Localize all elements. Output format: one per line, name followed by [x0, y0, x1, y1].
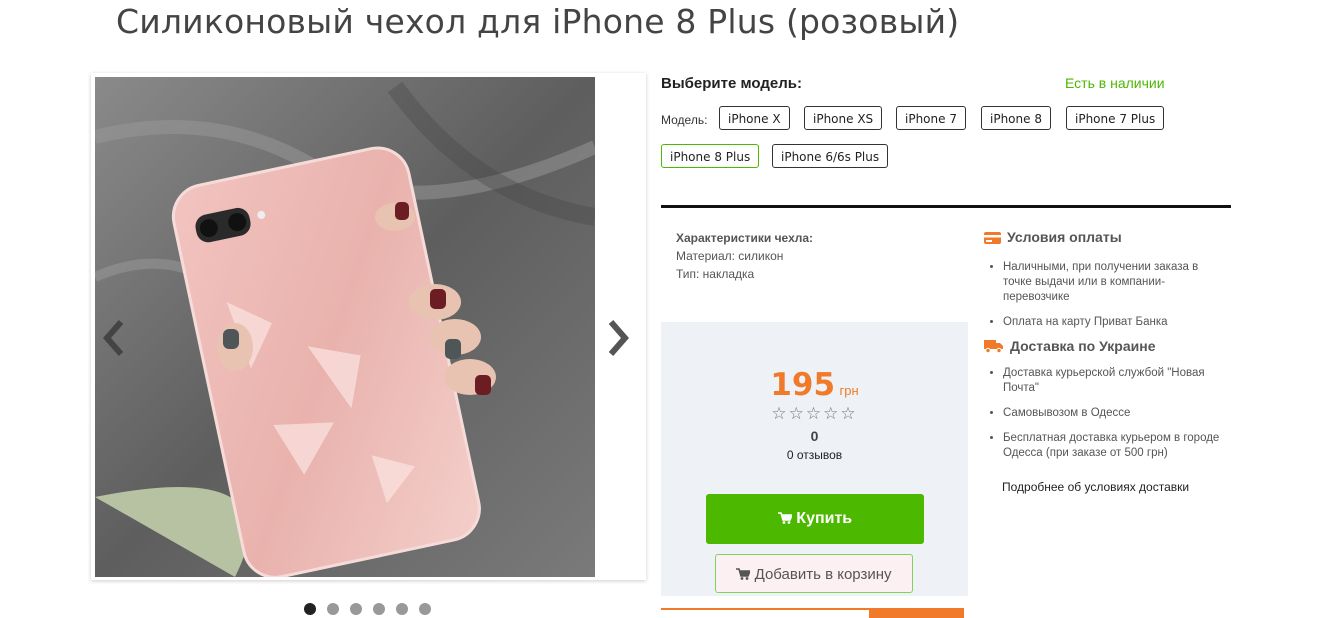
- characteristics-type: Тип: накладка: [676, 267, 755, 281]
- delivery-details-link[interactable]: Подробнее об условиях доставки: [1002, 480, 1189, 494]
- gallery-dot[interactable]: [327, 603, 339, 615]
- payment-heading-label: Условия оплаты: [1007, 229, 1122, 245]
- payment-item: Наличными, при получении заказа в точке …: [1003, 260, 1225, 305]
- bottom-tab-bar: [661, 608, 964, 618]
- cart-icon: [736, 568, 752, 580]
- add-to-cart-label: Добавить в корзину: [754, 566, 892, 583]
- choose-model-label: Выберите модель:: [661, 75, 802, 92]
- gallery-prev-arrow[interactable]: [101, 318, 127, 358]
- delivery-heading-label: Доставка по Украине: [1010, 338, 1156, 354]
- case-characteristics: Характеристики чехла: Материал: силикон …: [676, 229, 813, 283]
- delivery-list: Доставка курьерской службой "Новая Почта…: [988, 366, 1225, 471]
- stock-status: Есть в наличии: [1065, 75, 1165, 91]
- characteristics-material: Материал: силикон: [676, 249, 784, 263]
- price-value: 195: [770, 367, 836, 403]
- model-chip-iphone-7-plus[interactable]: iPhone 7 Plus: [1066, 106, 1165, 130]
- buy-button[interactable]: Купить: [706, 494, 924, 544]
- price: 195 грн: [661, 367, 968, 403]
- gallery-dot[interactable]: [304, 603, 316, 615]
- model-label: Модель:: [661, 113, 708, 127]
- delivery-truck-icon: [984, 340, 1003, 353]
- gallery-dot[interactable]: [350, 603, 362, 615]
- payment-list: Наличными, при получении заказа в точке …: [988, 260, 1225, 340]
- buy-button-label: Купить: [796, 510, 853, 527]
- model-chip-iphone-8-plus[interactable]: iPhone 8 Plus: [661, 144, 760, 168]
- gallery-dot[interactable]: [396, 603, 408, 615]
- payment-item: Оплата на карту Приват Банка: [1003, 315, 1225, 330]
- model-chip-iphone-x[interactable]: iPhone X: [719, 106, 790, 130]
- page-title: Силиконовый чехол для iPhone 8 Plus (роз…: [116, 2, 960, 41]
- price-box: 195 грн ☆☆☆☆☆ 0 0 отзывов Купить Добавит…: [661, 322, 968, 596]
- model-chip-iphone-7[interactable]: iPhone 7: [896, 106, 966, 130]
- product-photo-image: [95, 77, 595, 577]
- add-to-cart-button[interactable]: Добавить в корзину: [715, 554, 913, 593]
- payment-card-icon: [984, 232, 1001, 244]
- product-gallery: [91, 73, 646, 580]
- model-chip-iphone-8[interactable]: iPhone 8: [981, 106, 1051, 130]
- chevron-left-icon: [103, 320, 124, 356]
- delivery-item: Доставка курьерской службой "Новая Почта…: [1003, 366, 1225, 396]
- rating-stars[interactable]: ☆☆☆☆☆: [661, 404, 968, 424]
- characteristics-heading: Характеристики чехла:: [676, 231, 814, 245]
- chevron-right-icon: [608, 320, 629, 356]
- delivery-item: Бесплатная доставка курьером в городе Од…: [1003, 431, 1225, 461]
- reviews-count[interactable]: 0 отзывов: [661, 448, 968, 462]
- cart-icon: [777, 512, 794, 524]
- payment-heading: Условия оплаты: [984, 229, 1122, 245]
- gallery-dots: [304, 603, 431, 615]
- model-chip-iphone-6-6s-plus[interactable]: iPhone 6/6s Plus: [772, 144, 889, 168]
- price-currency: грн: [839, 383, 859, 398]
- gallery-dot[interactable]: [373, 603, 385, 615]
- delivery-heading: Доставка по Украине: [984, 338, 1156, 354]
- rating-value: 0: [810, 428, 819, 444]
- model-chip-iphone-xs[interactable]: iPhone XS: [804, 106, 883, 130]
- product-photo: [95, 77, 595, 577]
- gallery-dot[interactable]: [419, 603, 431, 615]
- delivery-item: Самовывозом в Одессе: [1003, 406, 1225, 421]
- section-divider: [661, 205, 1231, 208]
- gallery-next-arrow[interactable]: [605, 318, 631, 358]
